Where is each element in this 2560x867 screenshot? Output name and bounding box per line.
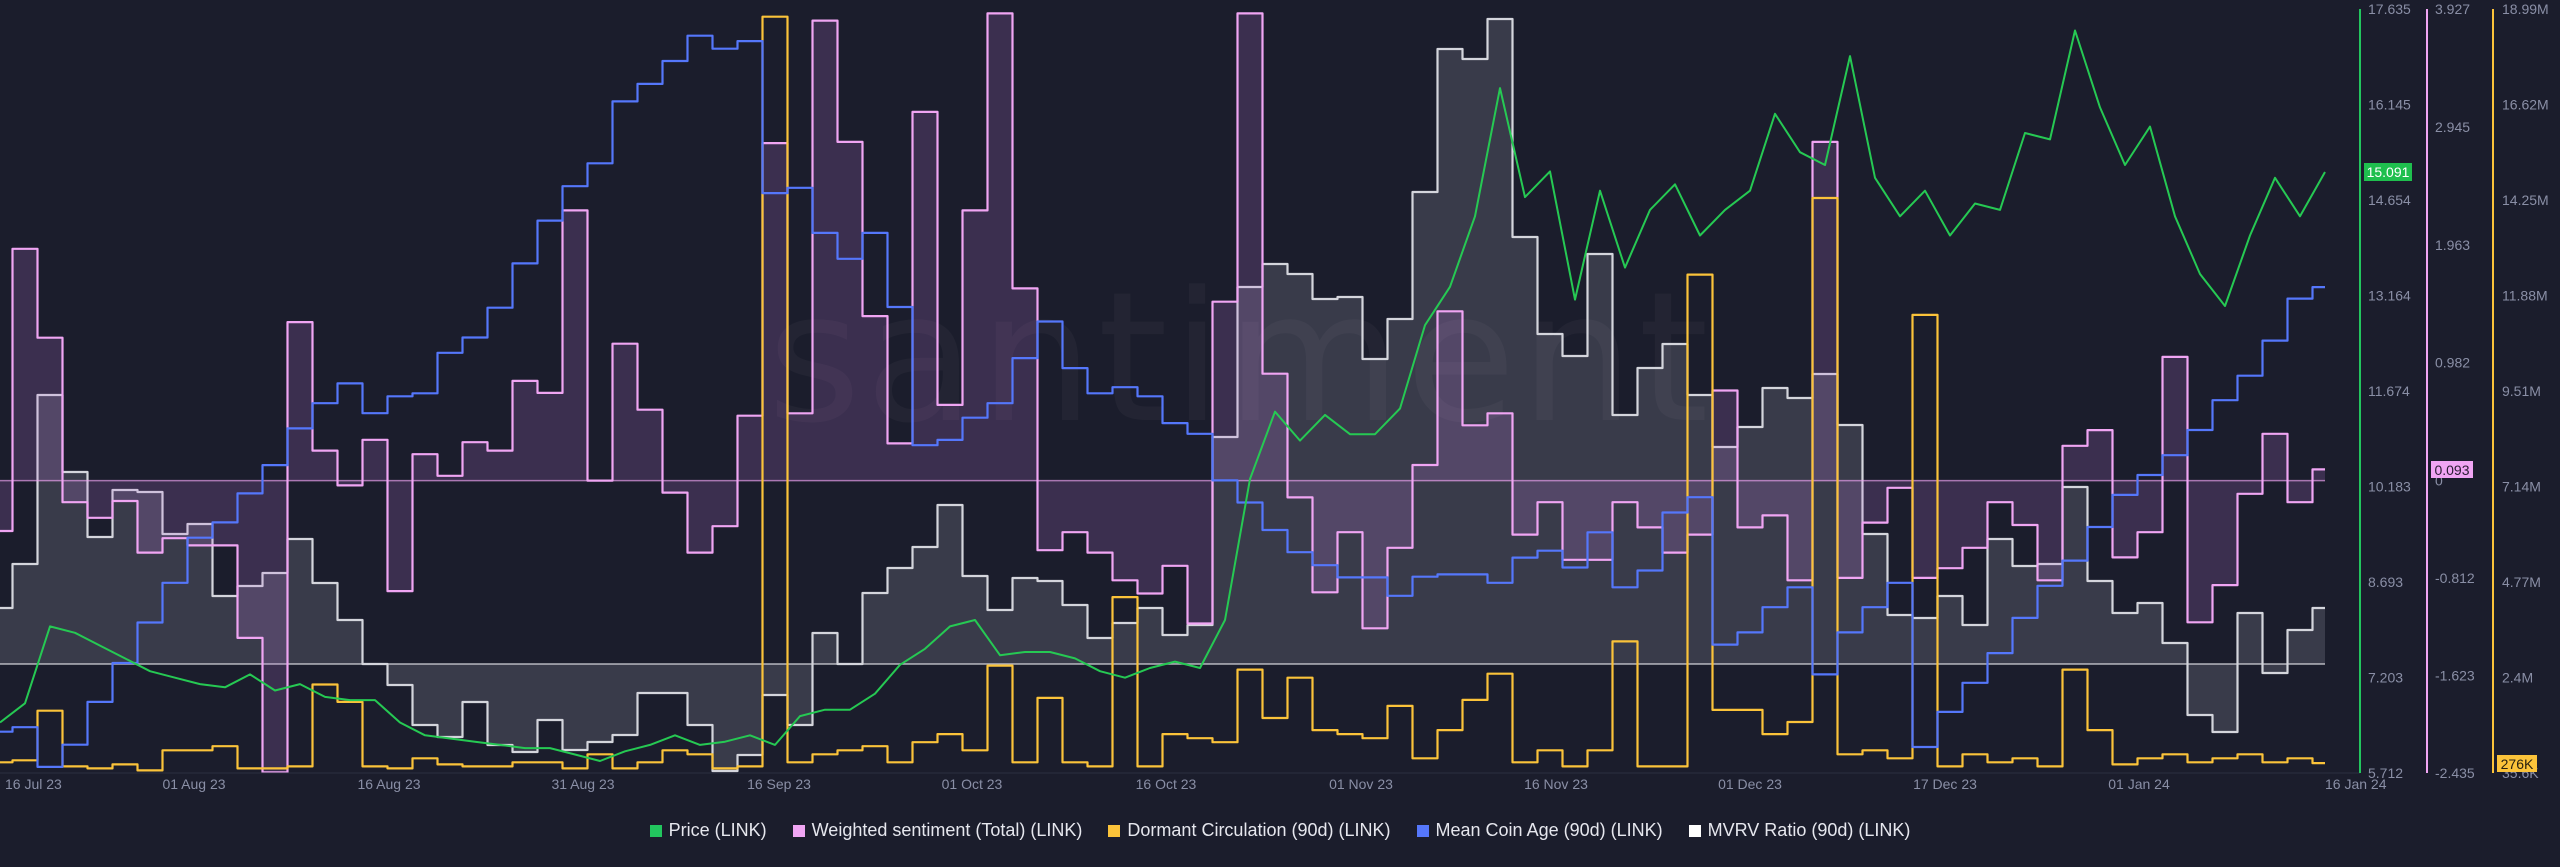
legend-label: Dormant Circulation (90d) (LINK) [1127,820,1391,840]
sentiment-tick-label: 1.963 [2435,237,2470,253]
price-tick-label: 17.635 [2368,1,2411,17]
dormant-tick-label: 9.51M [2502,383,2541,399]
legend-label: Price (LINK) [668,820,767,840]
sentiment-tick-label: 0.982 [2435,355,2470,371]
x-tick-label: 01 Nov 23 [1329,776,1393,792]
price-tick-label: 11.674 [2368,383,2410,399]
mean-coin-age-swatch-icon [1416,824,1429,837]
price-tick-label: 14.654 [2368,192,2411,208]
dormant-tick-label: 18.99M [2502,1,2549,17]
sentiment-current-badge: 0.093 [2431,461,2473,478]
dormant-tick-label: 2.4M [2502,670,2533,686]
x-tick-label: 16 Nov 23 [1524,776,1588,792]
legend: Price (LINK) Weighted sentiment (Total) … [0,820,2560,841]
price-badge-value: 15.091 [2367,164,2410,180]
dormant-tick-label: 7.14M [2502,479,2541,495]
legend-item-price[interactable]: Price (LINK) [649,820,767,841]
sentiment-tick-label: 2.945 [2435,119,2470,135]
price-current-badge: 15.091 [2364,163,2412,181]
dormant-current-badge: 276K [2497,755,2537,772]
mvrv-swatch-icon [1688,824,1701,837]
x-tick-label: 16 Aug 23 [357,776,420,792]
x-tick-label: 16 Jan 24 [2325,776,2387,792]
legend-label: Weighted sentiment (Total) (LINK) [811,820,1083,840]
x-tick-label: 17 Dec 23 [1913,776,1977,792]
price-tick-label: 7.203 [2368,670,2403,686]
price-tick-label: 10.183 [2368,479,2411,495]
dormant-tick-label: 11.88M [2502,288,2548,304]
dormant-tick-label: 14.25M [2502,192,2549,208]
legend-item-dormant-circulation[interactable]: Dormant Circulation (90d) (LINK) [1108,820,1391,841]
sentiment-badge-value: 0.093 [2434,462,2469,478]
x-tick-label: 16 Oct 23 [1136,776,1197,792]
x-tick-label: 16 Sep 23 [747,776,811,792]
x-tick-label: 01 Dec 23 [1718,776,1782,792]
legend-item-mvrv-ratio[interactable]: MVRV Ratio (90d) (LINK) [1688,820,1911,841]
dormant-swatch-icon [1108,824,1121,837]
sentiment-tick-label: -1.623 [2435,668,2475,684]
dormant-tick-label: 4.77M [2502,574,2541,590]
x-tick-label: 31 Aug 23 [551,776,614,792]
sentiment-tick-label: -0.812 [2435,570,2475,586]
x-tick-label: 01 Aug 23 [162,776,225,792]
price-swatch-icon [649,824,662,837]
sentiment-swatch-icon [792,824,805,837]
price-tick-label: 8.693 [2368,574,2403,590]
sentiment-tick-label: -2.435 [2435,765,2475,781]
price-tick-label: 13.164 [2368,288,2411,304]
dormant-badge-value: 276K [2501,756,2534,772]
price-tick-label: 16.145 [2368,97,2411,113]
x-tick-label: 01 Jan 24 [2108,776,2170,792]
x-tick-label: 01 Oct 23 [942,776,1003,792]
legend-label: MVRV Ratio (90d) (LINK) [1707,820,1911,840]
legend-label: Mean Coin Age (90d) (LINK) [1435,820,1663,840]
legend-item-weighted-sentiment[interactable]: Weighted sentiment (Total) (LINK) [792,820,1083,841]
legend-item-mean-coin-age[interactable]: Mean Coin Age (90d) (LINK) [1416,820,1663,841]
dormant-tick-label: 16.62M [2502,97,2549,113]
x-tick-label: 16 Jul 23 [5,776,62,792]
sentiment-tick-label: 3.927 [2435,1,2470,17]
chart-canvas[interactable]: santiment 17.63516.14514.65413.16411.674… [0,0,2560,867]
